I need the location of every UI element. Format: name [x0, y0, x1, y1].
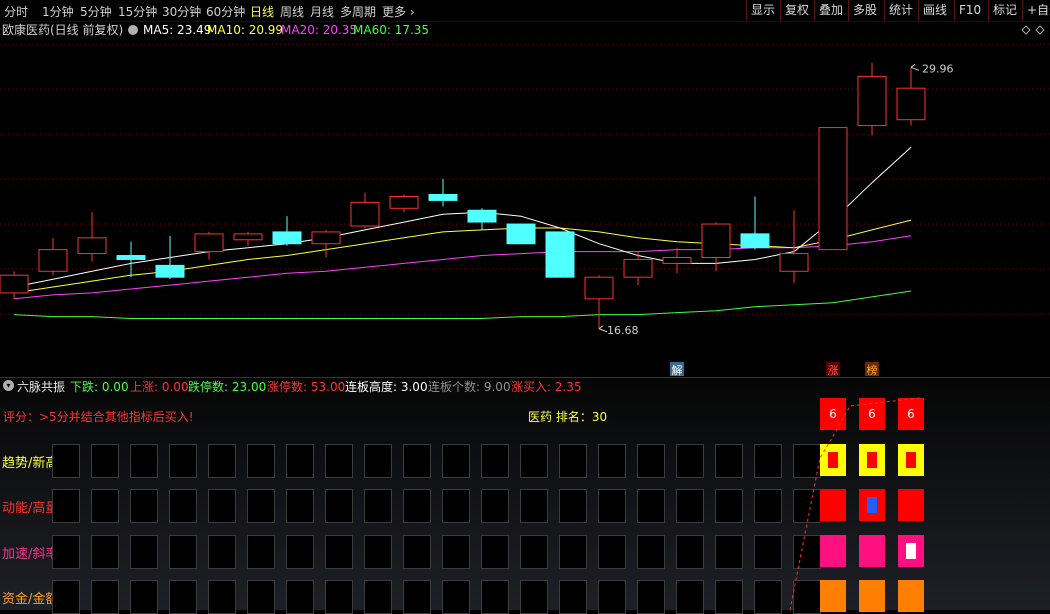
toolbar-button-0[interactable]: 显示: [746, 0, 779, 21]
stock-title: 欧康医药(日线 前复权): [2, 22, 123, 37]
period-tab-8[interactable]: 月线: [310, 3, 334, 20]
event-marker-2: 榜: [867, 363, 878, 376]
period-tab-4[interactable]: 30分钟: [162, 3, 201, 20]
ma5-line: [13, 146, 912, 288]
ma-legend-3: MA60: 17.35: [353, 23, 429, 37]
candle-body: [389, 195, 419, 209]
trend-dash-line: [789, 397, 921, 610]
ma20-line: [13, 235, 912, 300]
candle-body: [116, 255, 146, 260]
ma-legend-1: MA10: 20.99: [207, 23, 283, 37]
period-tab-5[interactable]: 60分钟: [206, 3, 245, 20]
ma10-line: [13, 219, 912, 294]
candle-body: [38, 249, 68, 272]
candle-body: [818, 127, 848, 251]
candle-body: [896, 87, 926, 121]
period-tab-3[interactable]: 15分钟: [118, 3, 157, 20]
period-tab-2[interactable]: 5分钟: [80, 3, 112, 20]
candle-body: [155, 264, 185, 278]
candle-body: [701, 223, 731, 258]
event-marker-1: 涨: [828, 364, 839, 376]
candle-body: [350, 201, 380, 227]
ma-dropdown-icon: [128, 25, 138, 35]
trend-dash-path: [789, 397, 921, 610]
toolbar-button-7[interactable]: 标记: [988, 0, 1021, 21]
high-pointer: [910, 63, 920, 71]
low-label: 16.68: [607, 324, 639, 337]
candle-body: [467, 209, 497, 223]
candle-body: [506, 223, 536, 245]
period-tab-9[interactable]: 多周期: [340, 3, 376, 20]
toolbar-button-5[interactable]: 画线: [918, 0, 951, 21]
toolbar-button-1[interactable]: 复权: [780, 0, 813, 21]
candle-body: [740, 233, 770, 249]
candle-body: [857, 75, 887, 127]
toolbar-button-6[interactable]: F10: [954, 0, 985, 21]
toolbar-button-8[interactable]: +自选: [1022, 0, 1050, 21]
candle-body: [662, 257, 692, 264]
diamond-icon: [1021, 25, 1031, 35]
period-tab-7[interactable]: 周线: [280, 3, 304, 20]
low-pointer: [598, 325, 608, 333]
candle-body: [779, 253, 809, 272]
candle-body: [545, 231, 575, 278]
period-tab-0[interactable]: 分时: [4, 3, 28, 20]
candle-body: [311, 231, 341, 245]
toolbar-button-3[interactable]: 多股: [848, 0, 881, 21]
indicator-panel: ▾ 六脉共振 下跌: 0.00 上涨: 0.00 跌停数: 23.00 涨停数: 53…: [0, 377, 1050, 614]
candle-body: [233, 233, 263, 241]
period-tab-6[interactable]: 日线: [250, 3, 274, 20]
candle-body: [428, 194, 458, 201]
candle-body: [194, 233, 224, 253]
toolbar-button-2[interactable]: 叠加: [814, 0, 847, 21]
high-label: 29.96: [922, 62, 954, 75]
period-toolbar: 分时 1分钟 5分钟 15分钟 30分钟 60分钟 日线 周线 月线 多周期 更多 › 显示 复权 叠加…: [0, 0, 1050, 22]
candle-body: [272, 231, 302, 245]
candle-body: [77, 237, 107, 255]
candle-body: [623, 258, 653, 278]
event-marker-0: 解: [672, 363, 683, 376]
ma-legend-0: MA5: 23.49: [143, 23, 211, 37]
diamond-icon: [1035, 25, 1045, 35]
candle-body: [584, 276, 614, 300]
price-chart[interactable]: 欧康医药(日线 前复权) MA5: 23.49MA10: 20.99MA20: 2…: [0, 22, 1050, 376]
candle-body: [0, 274, 29, 294]
ma-legend-2: MA20: 20.35: [281, 23, 357, 37]
period-tab-1[interactable]: 1分钟: [42, 3, 74, 20]
period-tab-10[interactable]: 更多 ›: [382, 3, 415, 20]
toolbar-button-4[interactable]: 统计: [884, 0, 917, 21]
